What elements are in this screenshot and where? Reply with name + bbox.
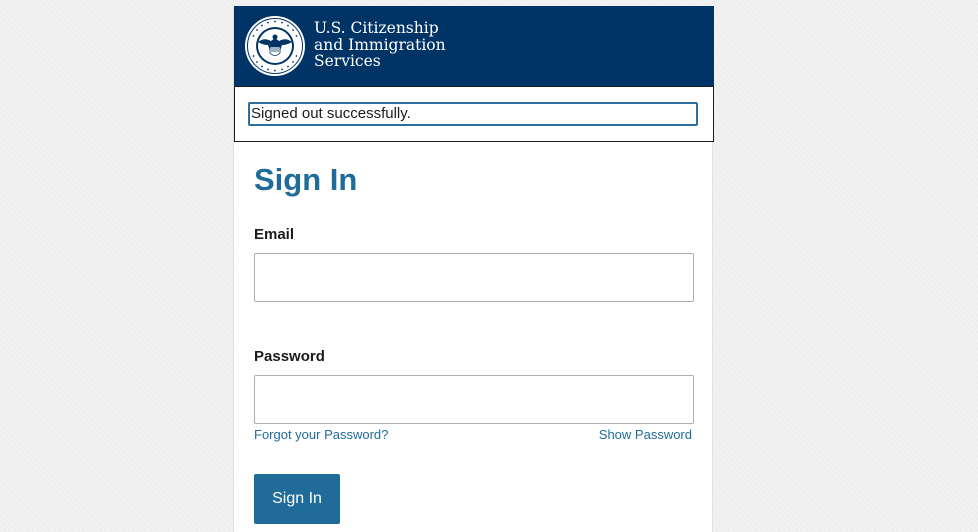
email-input[interactable]: [254, 253, 694, 302]
dhs-seal-icon: [245, 16, 305, 76]
signout-alert: Signed out successfully.: [234, 86, 714, 142]
agency-name-line1: U.S. Citizenship: [314, 19, 439, 37]
sign-in-button[interactable]: Sign In: [254, 474, 340, 524]
agency-name-line2: and Immigration: [314, 35, 446, 54]
agency-header: U.S. Citizenship and Immigration Service…: [234, 6, 714, 86]
show-password-link[interactable]: Show Password: [599, 427, 692, 443]
agency-name-line3: Services: [314, 52, 381, 70]
signin-card: U.S. Citizenship and Immigration Service…: [233, 6, 714, 532]
password-label: Password: [254, 348, 325, 365]
page-title: Sign In: [254, 162, 358, 197]
email-label: Email: [254, 226, 295, 243]
alert-message: Signed out successfully.: [248, 102, 698, 126]
forgot-password-link[interactable]: Forgot your Password?: [254, 427, 388, 443]
agency-name: U.S. Citizenship and Immigration Service…: [314, 20, 446, 70]
password-input[interactable]: [254, 375, 694, 424]
